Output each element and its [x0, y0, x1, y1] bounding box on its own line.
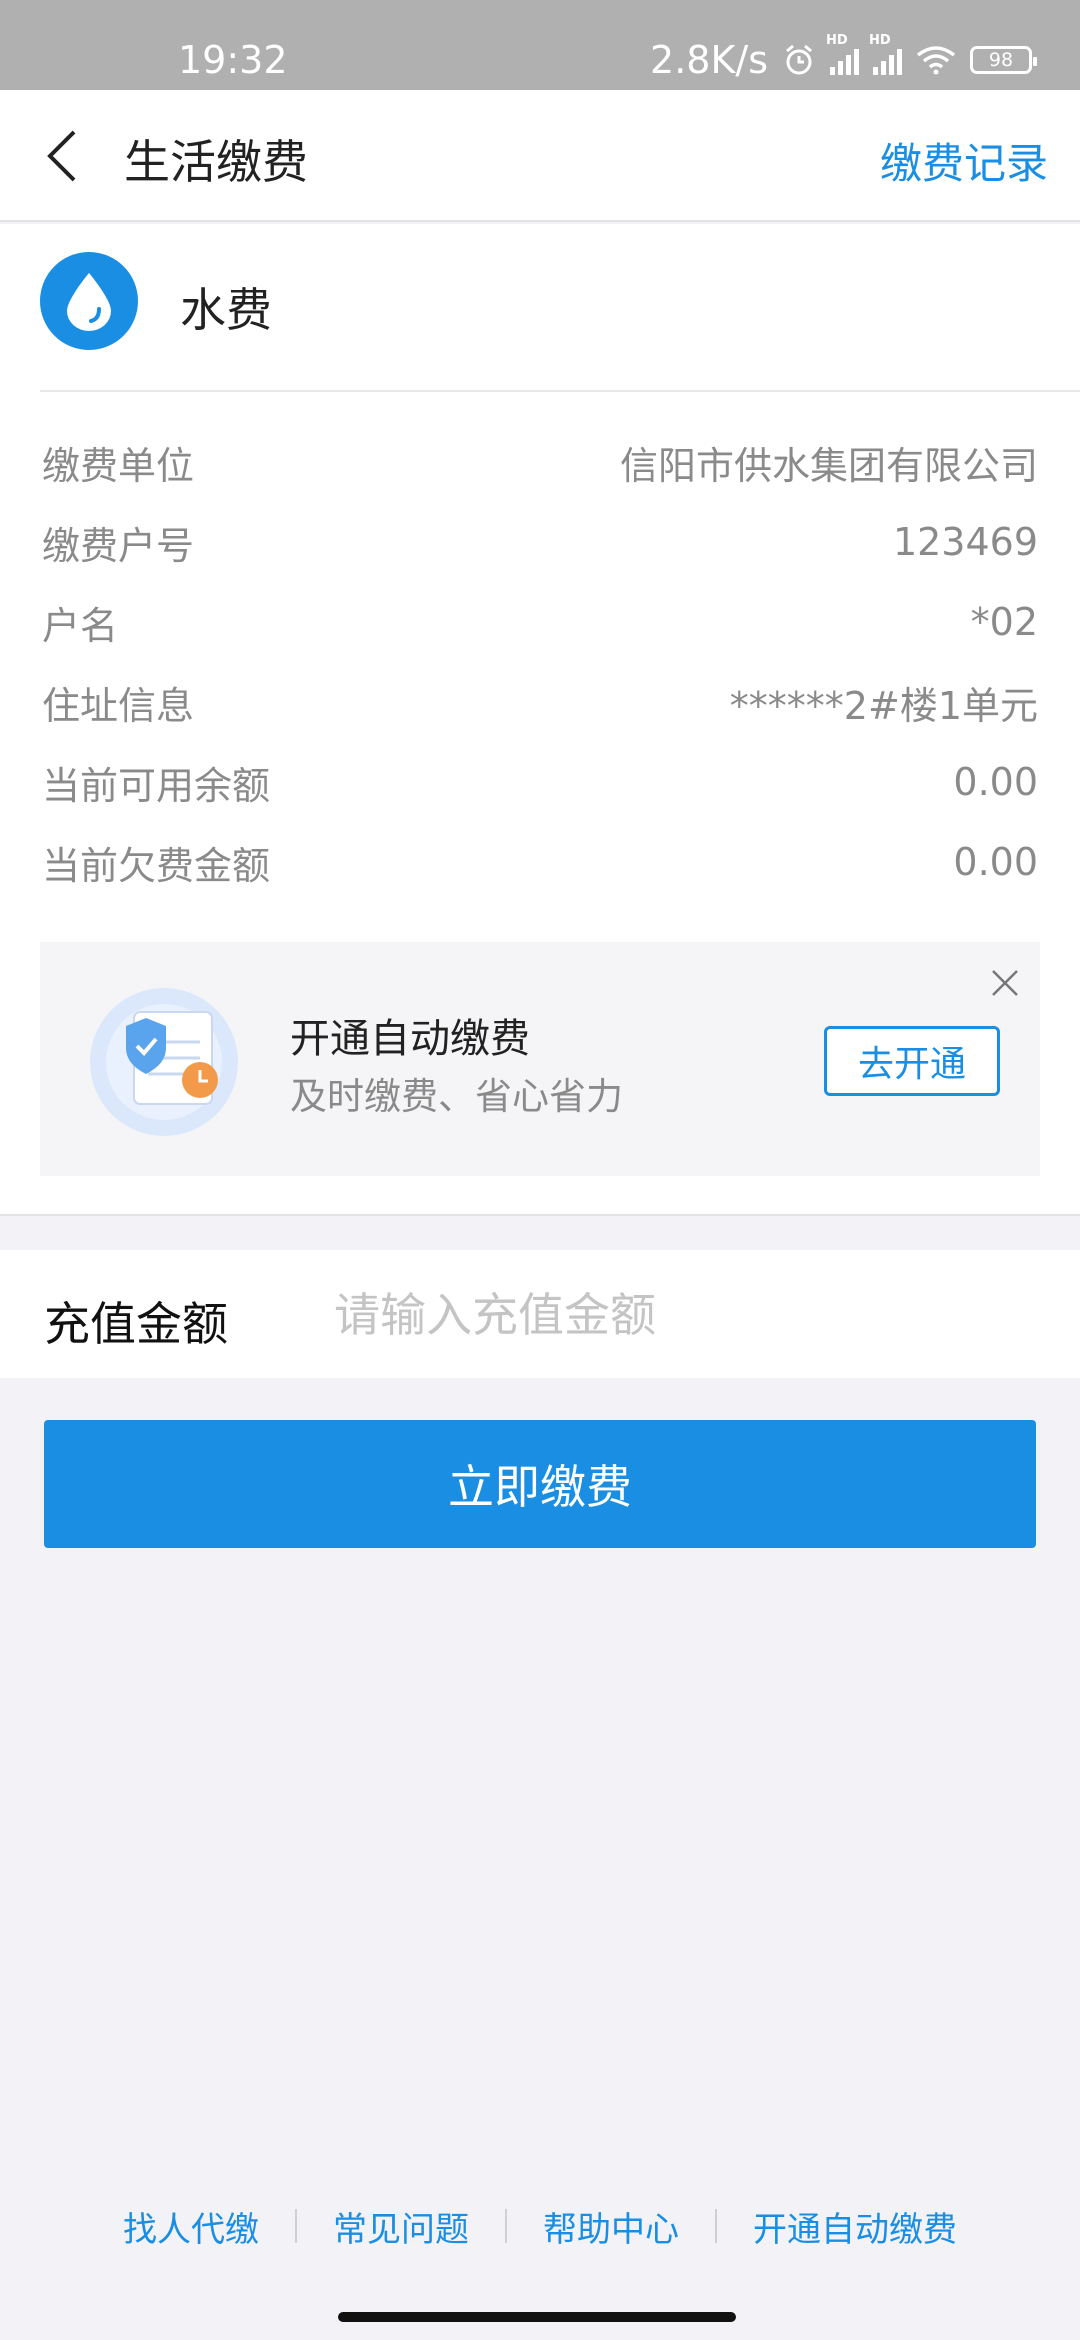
battery-icon: 98 — [970, 46, 1037, 74]
info-label: 当前欠费金额 — [42, 843, 271, 888]
info-value: 123469 — [892, 520, 1038, 564]
divider — [40, 390, 1080, 392]
recharge-amount-input[interactable] — [334, 1278, 1034, 1352]
info-label: 户名 — [42, 603, 119, 648]
enable-auto-pay-button[interactable]: 去开通 — [824, 1026, 1000, 1096]
bill-card: 水费 缴费单位 信阳市供水集团有限公司 缴费户号 123469 户名 *02 住… — [0, 224, 1080, 1216]
info-row-name: 户名 *02 — [42, 592, 1038, 652]
signal-icon: HD — [869, 33, 902, 75]
network-speed: 2.8K/s — [650, 38, 768, 82]
info-label: 当前可用余额 — [42, 763, 271, 808]
shield-bill-clock-icon — [90, 988, 238, 1136]
info-value: ******2#楼1单元 — [729, 683, 1038, 728]
home-indicator[interactable] — [338, 2312, 736, 2322]
info-row-arrears: 当前欠费金额 0.00 — [42, 832, 1038, 892]
alarm-icon — [786, 44, 812, 75]
info-value: 0.00 — [953, 760, 1038, 804]
footer-link-proxy-pay[interactable]: 找人代缴 — [87, 2202, 295, 2251]
recharge-amount-row: 充值金额 — [0, 1250, 1080, 1378]
water-drop-icon — [40, 252, 138, 350]
promo-title: 开通自动缴费 — [290, 1016, 530, 1062]
info-row-balance: 当前可用余额 0.00 — [42, 752, 1038, 812]
status-bar: 19:32 2.8K/s HD HD 98 — [0, 0, 1080, 90]
chevron-left-icon[interactable] — [44, 128, 80, 184]
footer-link-faq[interactable]: 常见问题 — [297, 2202, 505, 2251]
footer-link-auto-pay[interactable]: 开通自动缴费 — [717, 2202, 993, 2251]
pay-now-button[interactable]: 立即缴费 — [44, 1420, 1036, 1548]
recharge-amount-label: 充值金额 — [44, 1297, 228, 1351]
status-icons: 2.8K/s HD HD 98 — [650, 33, 1037, 82]
close-icon[interactable] — [990, 968, 1020, 998]
info-row-unit: 缴费单位 信阳市供水集团有限公司 — [42, 432, 1038, 492]
page-title: 生活缴费 — [124, 135, 308, 189]
nav-bar: 生活缴费 缴费记录 — [0, 90, 1080, 222]
footer-links: 找人代缴 常见问题 帮助中心 开通自动缴费 — [0, 2196, 1080, 2256]
wifi-icon — [916, 46, 956, 75]
info-value: 0.00 — [953, 840, 1038, 884]
payment-history-link[interactable]: 缴费记录 — [880, 130, 1048, 191]
footer-link-help-center[interactable]: 帮助中心 — [507, 2202, 715, 2251]
bill-type-name: 水费 — [180, 283, 272, 337]
info-row-address: 住址信息 ******2#楼1单元 — [42, 672, 1038, 732]
info-value: *02 — [970, 600, 1038, 644]
promo-subtitle: 及时缴费、省心省力 — [290, 1075, 623, 1118]
info-label: 缴费户号 — [42, 523, 195, 568]
info-label: 住址信息 — [42, 683, 195, 728]
auto-pay-banner: 开通自动缴费 及时缴费、省心省力 去开通 — [40, 942, 1040, 1176]
info-label: 缴费单位 — [42, 443, 195, 488]
info-value: 信阳市供水集团有限公司 — [619, 443, 1038, 488]
status-time: 19:32 — [178, 38, 288, 82]
signal-icon: HD — [826, 33, 859, 75]
info-row-account: 缴费户号 123469 — [42, 512, 1038, 572]
